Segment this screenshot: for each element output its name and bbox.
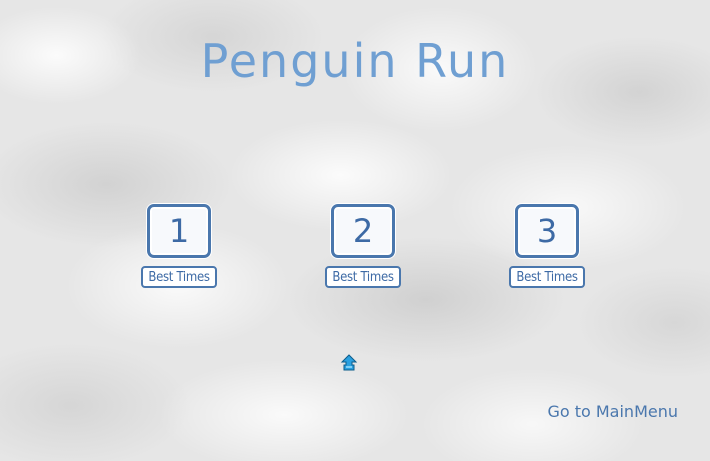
level-1-best-times-button[interactable]: Best Times [141, 266, 217, 288]
penguin-cursor-icon [340, 354, 358, 372]
main-menu-link[interactable]: Go to MainMenu [547, 402, 678, 421]
level-2-button[interactable]: 2 [331, 204, 395, 258]
level-3-group: 3 Best Times [497, 204, 597, 288]
level-1-button[interactable]: 1 [147, 204, 211, 258]
game-title: Penguin Run [200, 34, 510, 88]
level-2-best-times-button[interactable]: Best Times [325, 266, 401, 288]
level-3-button[interactable]: 3 [515, 204, 579, 258]
level-3-best-times-button[interactable]: Best Times [509, 266, 585, 288]
level-2-group: 2 Best Times [313, 204, 413, 288]
level-1-group: 1 Best Times [129, 204, 229, 288]
